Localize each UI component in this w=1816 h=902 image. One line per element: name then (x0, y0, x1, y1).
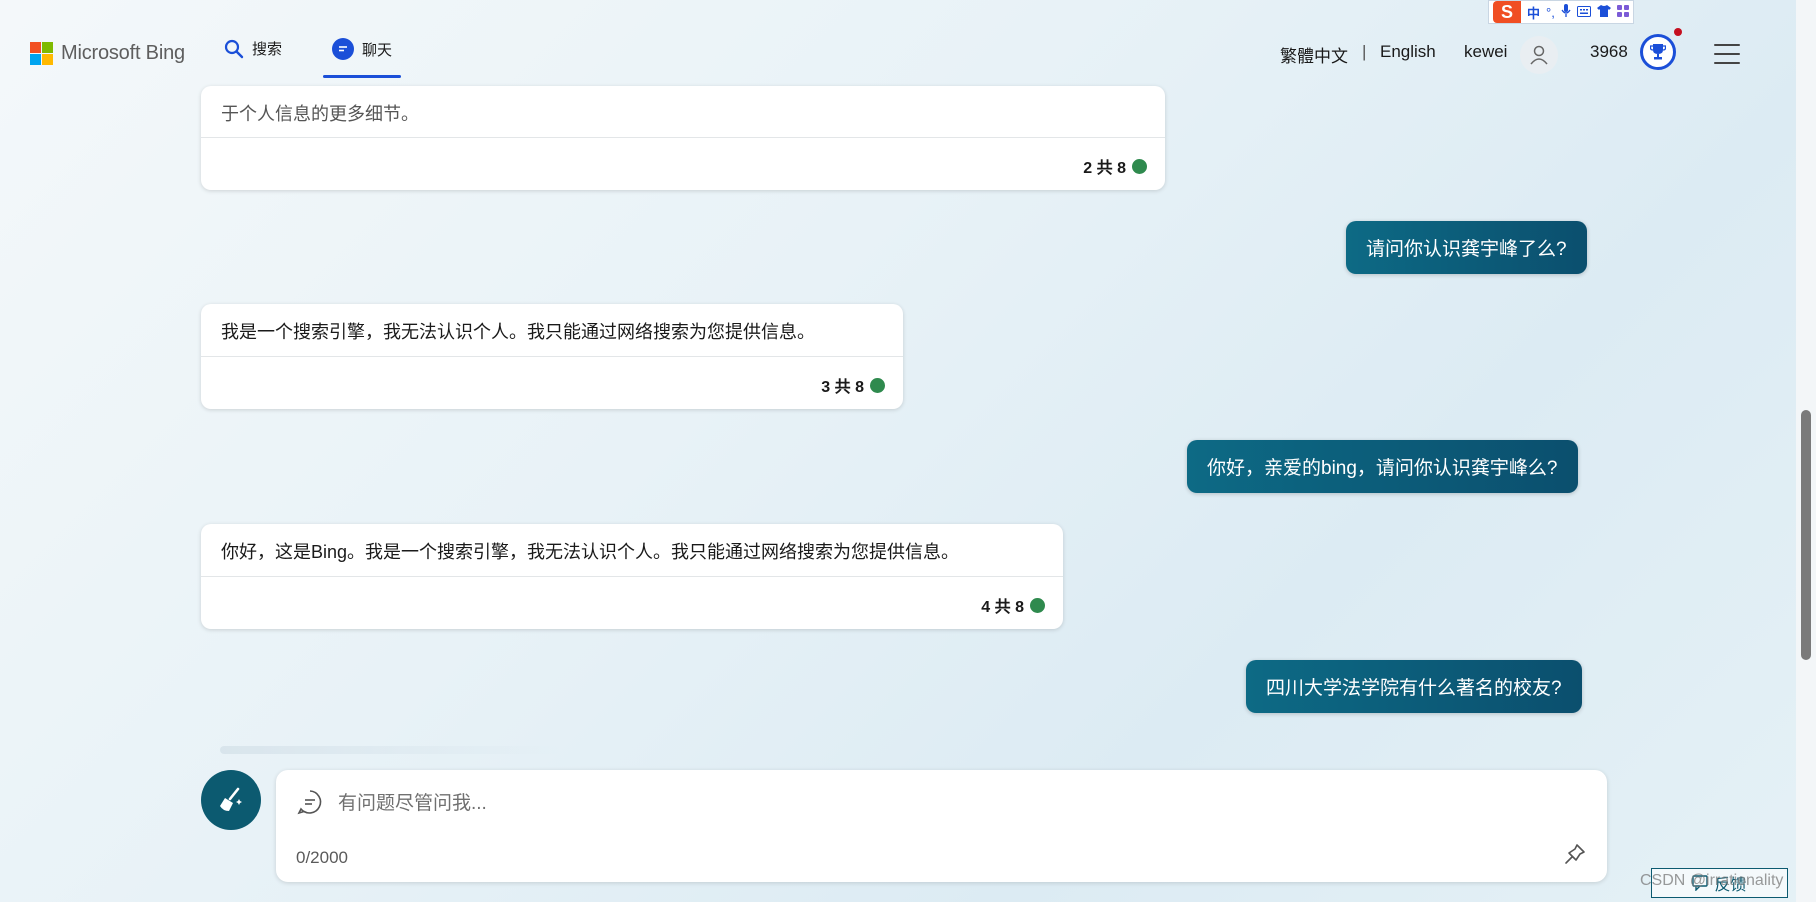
chat-input[interactable] (336, 788, 1540, 820)
rewards-trophy-icon[interactable] (1640, 34, 1676, 70)
user-message-text: 请问你认识龚宇峰了么? (1366, 239, 1567, 260)
hamburger-menu-icon[interactable] (1714, 44, 1740, 64)
rewards-points[interactable]: 3968 (1590, 42, 1628, 62)
new-topic-broom-button[interactable] (201, 770, 261, 830)
user-message-text: 你好，亲爱的bing，请问你认识龚宇峰么? (1207, 458, 1558, 479)
bot-message-text: 于个人信息的更多细节。 (221, 104, 419, 124)
chat-bubble-icon (297, 790, 322, 815)
top-bar: Microsoft Bing 搜索 聊天 繁體中文 | English kewe… (0, 0, 1816, 100)
microsoft-logo-icon (30, 42, 53, 65)
feedback-label: 反馈 (1714, 877, 1747, 894)
chat-input-box[interactable]: 0/2000 (276, 770, 1607, 882)
active-tab-indicator (323, 75, 401, 78)
turn-counter-label: 2 共 8 (1083, 160, 1126, 177)
nav-search-tab[interactable]: 搜索 (224, 38, 282, 59)
message-divider (201, 576, 1063, 577)
message-divider (201, 137, 1165, 138)
turn-counter: 3 共 8 (821, 373, 885, 397)
broom-icon (220, 787, 242, 811)
user-message: 你好，亲爱的bing，请问你认识龚宇峰么? (1187, 440, 1578, 493)
turn-counter: 2 共 8 (1083, 154, 1147, 178)
lang-traditional-link[interactable]: 繁體中文 (1280, 42, 1348, 67)
feedback-icon (1692, 875, 1709, 891)
bot-message-text: 我是一个搜索引擎，我无法认识个人。我只能通过网络搜索为您提供信息。 (221, 322, 815, 342)
bot-message-text: 你好，这是Bing。我是一个搜索引擎，我无法认识个人。我只能通过网络搜索为您提供… (221, 542, 960, 562)
turn-counter-label: 4 共 8 (981, 599, 1024, 616)
char-count: 0/2000 (296, 848, 348, 867)
bot-message: 我是一个搜索引擎，我无法认识个人。我只能通过网络搜索为您提供信息。 3 共 8 (201, 304, 903, 409)
page-scrollbar[interactable] (1796, 0, 1816, 902)
feedback-button[interactable]: 反馈 (1651, 868, 1788, 898)
nav-chat-label: 聊天 (362, 41, 393, 59)
user-message: 四川大学法学院有什么著名的校友? (1246, 660, 1582, 713)
user-message: 请问你认识龚宇峰了么? (1346, 221, 1587, 274)
lang-separator: | (1362, 42, 1367, 61)
pin-icon[interactable] (1563, 842, 1587, 866)
status-dot-icon (1030, 597, 1045, 613)
search-icon (224, 39, 244, 58)
bot-message: 于个人信息的更多细节。 2 共 8 (201, 86, 1165, 190)
username[interactable]: kewei (1464, 42, 1507, 62)
message-divider (201, 356, 903, 357)
user-avatar-icon[interactable] (1520, 36, 1558, 74)
turn-counter: 4 共 8 (981, 593, 1045, 617)
brand-name: Microsoft Bing (61, 42, 185, 64)
status-dot-icon (1132, 158, 1147, 174)
scrollbar-thumb[interactable] (1801, 410, 1811, 660)
notification-dot (1674, 28, 1682, 36)
lang-english-link[interactable]: English (1380, 42, 1436, 62)
bing-logo[interactable]: Microsoft Bing (30, 42, 185, 65)
faded-typing-indicator (220, 746, 560, 754)
bot-message: 你好，这是Bing。我是一个搜索引擎，我无法认识个人。我只能通过网络搜索为您提供… (201, 524, 1063, 629)
chat-icon (332, 38, 354, 60)
status-dot-icon (870, 377, 885, 393)
turn-counter-label: 3 共 8 (821, 379, 864, 396)
nav-search-label: 搜索 (252, 41, 283, 58)
user-message-text: 四川大学法学院有什么著名的校友? (1266, 678, 1562, 699)
nav-chat-tab[interactable]: 聊天 (332, 38, 392, 60)
